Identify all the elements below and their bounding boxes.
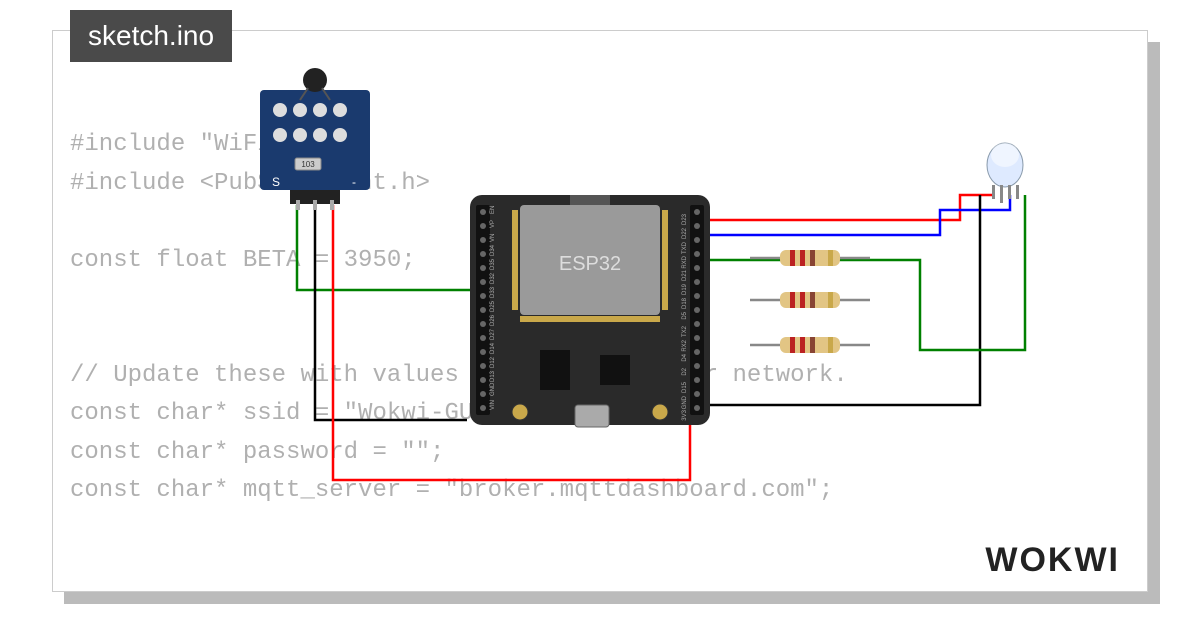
code-line: const char* ssid = "Wokwi-GUEST"; xyxy=(70,400,545,427)
wokwi-logo: WOKWI xyxy=(985,541,1120,580)
code-line: #include "WiFi.h" xyxy=(70,131,315,158)
code-line: #include <PubSubClient.h> xyxy=(70,170,430,197)
code-line: const float BETA = 3950; xyxy=(70,247,416,274)
file-tab[interactable]: sketch.ino xyxy=(70,10,232,62)
code-line: const char* mqtt_server = "broker.mqttda… xyxy=(70,477,833,504)
code-line: // Update these with values suitable for… xyxy=(70,362,848,389)
code-line: const char* password = ""; xyxy=(70,439,444,466)
logo-text: WOKWI xyxy=(985,541,1120,579)
code-background: #include "WiFi.h" #include <PubSubClient… xyxy=(70,88,848,510)
file-tab-label: sketch.ino xyxy=(88,20,214,51)
